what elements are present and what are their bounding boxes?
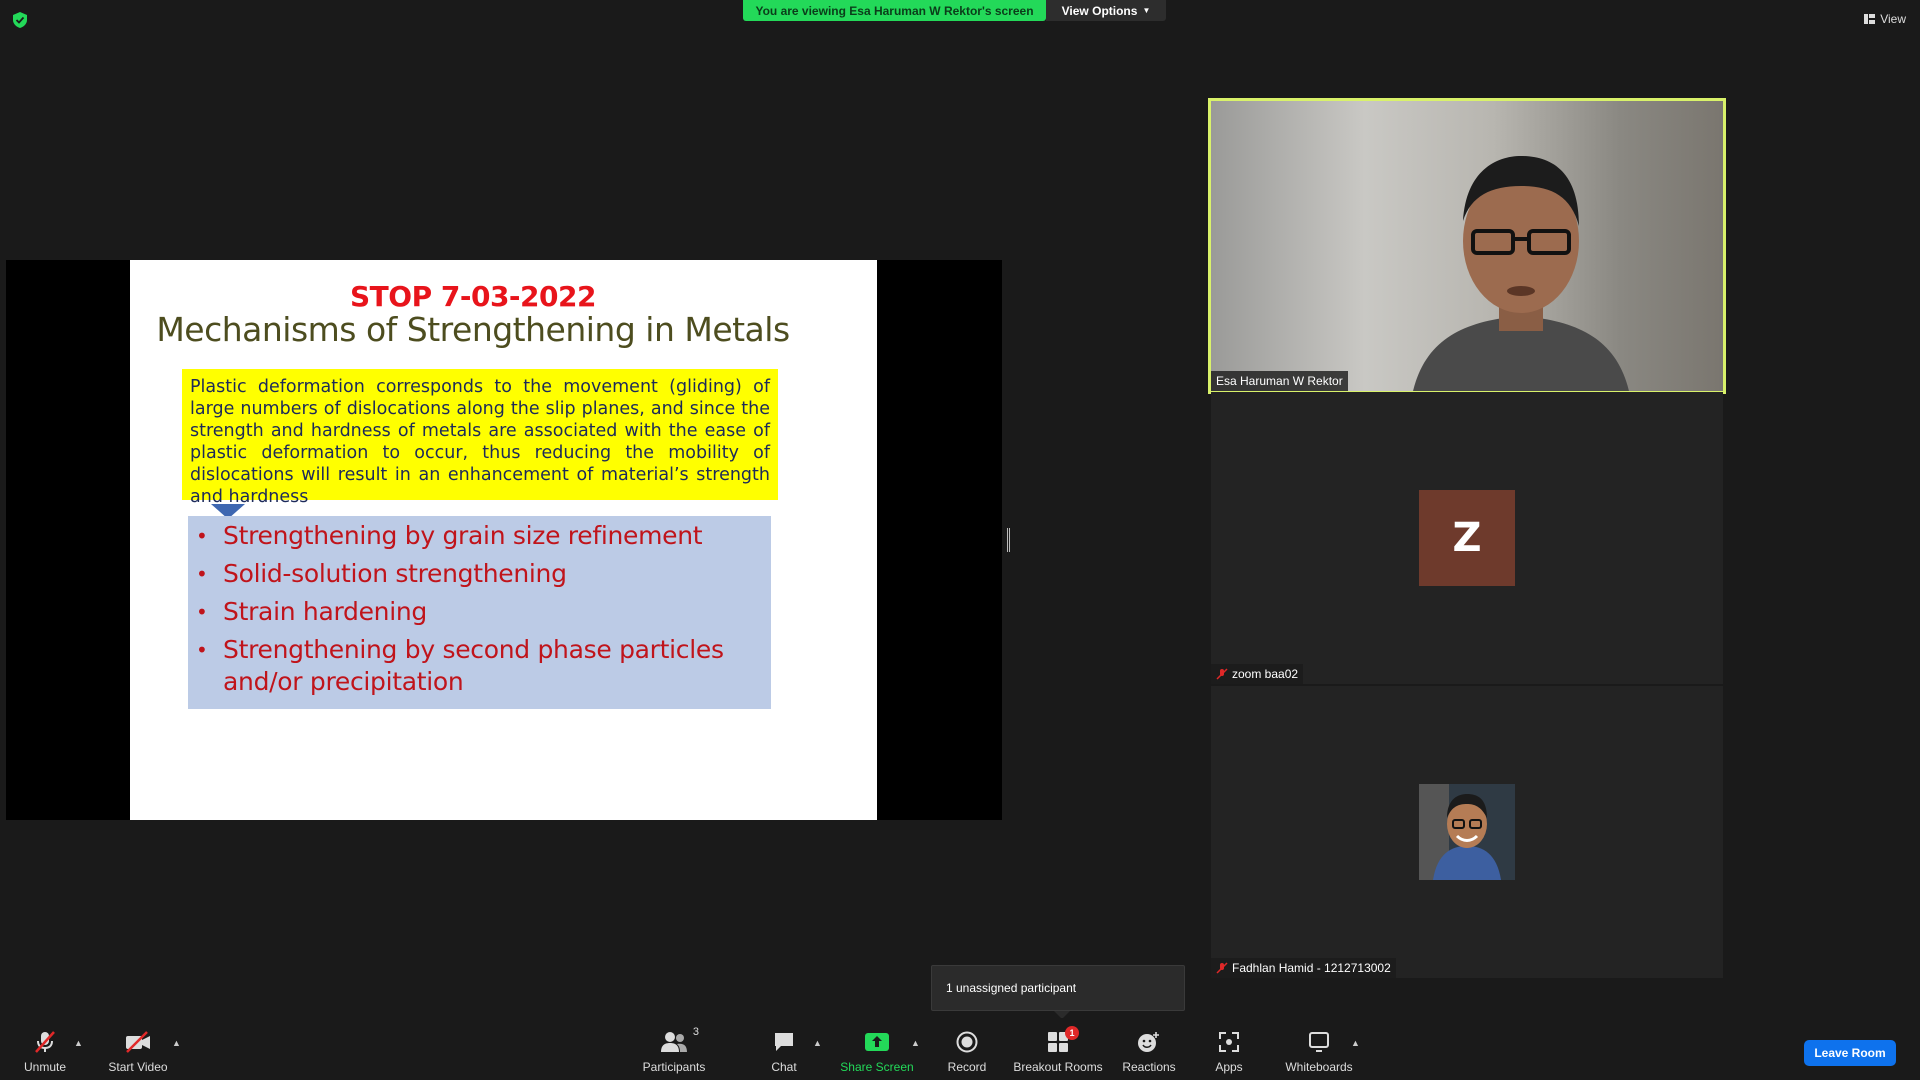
view-options-label: View Options — [1061, 3, 1138, 18]
start-video-button[interactable]: Start Video — [83, 1030, 193, 1074]
share-screen-icon — [865, 1033, 889, 1051]
bullet-dot: • — [196, 562, 208, 586]
bullet-text: Strengthening by grain size refinement — [223, 521, 703, 550]
slide-bullet: • Solid-solution strengthening — [196, 558, 771, 590]
record-icon — [956, 1031, 978, 1053]
layout-icon — [1864, 14, 1876, 24]
participant-name-label: zoom baa02 — [1211, 664, 1304, 684]
apps-icon — [1219, 1032, 1239, 1052]
view-label: View — [1880, 12, 1906, 26]
share-screen-label: Share Screen — [840, 1060, 914, 1074]
muted-microphone-icon — [35, 1031, 55, 1053]
video-off-icon — [126, 1031, 150, 1053]
chevron-down-icon: ▼ — [1142, 6, 1151, 15]
view-button[interactable]: View — [1864, 12, 1906, 26]
bullet-text: Strengthening by second phase particles … — [223, 635, 724, 696]
view-options-button[interactable]: View Options ▼ — [1046, 0, 1166, 21]
reactions-label: Reactions — [1122, 1060, 1176, 1074]
bullet-dot: • — [196, 524, 208, 548]
audio-options-caret-icon[interactable]: ▲ — [74, 1038, 83, 1048]
video-tile-participant[interactable]: Z zoom baa02 — [1211, 392, 1723, 684]
video-tile-participant[interactable]: Fadhlan Hamid - 1212713002 — [1211, 686, 1723, 978]
whiteboard-icon — [1309, 1032, 1329, 1052]
participant-name-label: Esa Haruman W Rektor — [1211, 371, 1348, 391]
reactions-smiley-icon — [1138, 1032, 1159, 1052]
leave-room-label: Leave Room — [1814, 1046, 1886, 1060]
slide-paragraph: Plastic deformation corresponds to the m… — [182, 369, 778, 507]
slide-title: Mechanisms of Strengthening in Metals — [156, 310, 790, 349]
bullet-text: Solid-solution strengthening — [223, 559, 567, 588]
breakout-rooms-badge: 1 — [1065, 1026, 1079, 1040]
unmute-label: Unmute — [23, 1060, 67, 1074]
chat-icon — [775, 1033, 793, 1051]
slide-bullet: • Strain hardening — [196, 596, 771, 628]
video-options-caret-icon[interactable]: ▲ — [172, 1038, 181, 1048]
slide-bullet: • Strengthening by second phase particles… — [196, 634, 771, 698]
participant-name-label: Fadhlan Hamid - 1212713002 — [1211, 958, 1396, 978]
bullet-dot: • — [196, 638, 208, 662]
participants-label: Participants — [642, 1060, 706, 1074]
participant-name: Esa Haruman W Rektor — [1216, 374, 1343, 388]
slide-bullet-list: • Strengthening by grain size refinement … — [188, 516, 771, 709]
profile-photo-icon — [1419, 784, 1515, 880]
apps-label: Apps — [1215, 1060, 1243, 1074]
video-tile-active-speaker[interactable]: Esa Haruman W Rektor — [1208, 98, 1726, 394]
banner-text: You are viewing Esa Haruman W Rektor's s… — [755, 3, 1034, 18]
security-shield-icon[interactable] — [13, 12, 27, 28]
shared-screen[interactable]: STOP 7-03-2022 Mechanisms of Strengtheni… — [6, 260, 1002, 820]
participants-button[interactable]: 3 Participants — [619, 1026, 729, 1074]
whiteboard-options-caret-icon[interactable]: ▲ — [1351, 1038, 1360, 1048]
avatar — [1419, 784, 1515, 880]
chat-options-caret-icon[interactable]: ▲ — [813, 1038, 822, 1048]
participant-name: zoom baa02 — [1232, 667, 1299, 681]
bullet-text: Strain hardening — [223, 597, 427, 626]
slide-stop-text: STOP 7-03-2022 — [350, 280, 596, 313]
meeting-toolbar: Unmute ▲ Start Video ▲ 3 Participants Ch… — [0, 1018, 1920, 1080]
breakout-rooms-label: Breakout Rooms — [1013, 1060, 1103, 1074]
speaker-video-image — [1413, 156, 1629, 391]
muted-mic-icon — [1216, 962, 1228, 974]
unassigned-participant-tooltip: 1 unassigned participant — [931, 965, 1185, 1019]
panel-resize-handle[interactable] — [1007, 528, 1010, 552]
screen-share-banner: You are viewing Esa Haruman W Rektor's s… — [743, 0, 1046, 21]
whiteboards-label: Whiteboards — [1285, 1060, 1353, 1074]
presentation-slide: STOP 7-03-2022 Mechanisms of Strengtheni… — [130, 260, 877, 820]
start-video-label: Start Video — [108, 1060, 168, 1074]
slide-bullet: • Strengthening by grain size refinement — [196, 520, 771, 552]
muted-mic-icon — [1216, 668, 1228, 680]
chat-label: Chat — [771, 1060, 797, 1074]
participants-icon — [661, 1032, 687, 1052]
whiteboards-button[interactable]: Whiteboards — [1264, 1030, 1374, 1074]
avatar: Z — [1419, 490, 1515, 586]
record-label: Record — [947, 1060, 987, 1074]
tooltip-text: 1 unassigned participant — [946, 981, 1077, 995]
bullet-dot: • — [196, 600, 208, 624]
participants-count: 3 — [692, 1026, 699, 1038]
participant-name: Fadhlan Hamid - 1212713002 — [1232, 961, 1391, 975]
leave-room-button[interactable]: Leave Room — [1804, 1040, 1896, 1066]
